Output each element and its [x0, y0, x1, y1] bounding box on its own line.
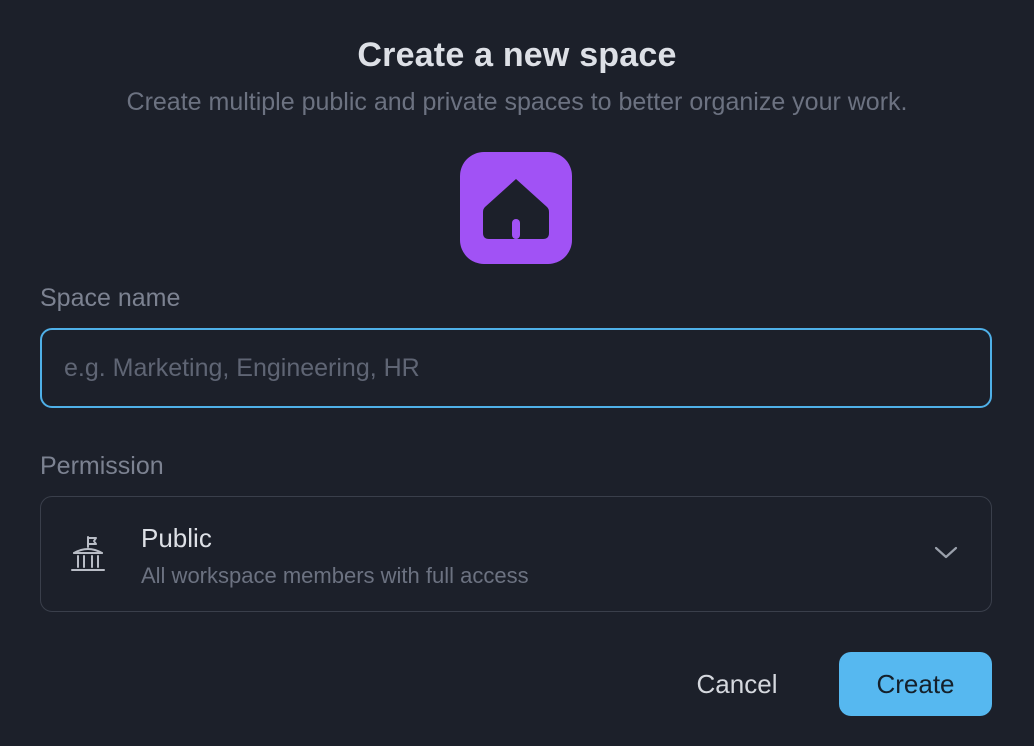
dialog-title: Create a new space — [357, 36, 677, 74]
space-name-input[interactable] — [40, 328, 992, 408]
permission-selected-description: All workspace members with full access — [141, 563, 529, 588]
create-space-dialog: Create a new space Create multiple publi… — [0, 0, 1034, 746]
permission-label: Permission — [40, 452, 164, 480]
home-icon — [483, 179, 549, 239]
building-flag-icon — [71, 536, 105, 571]
space-name-label: Space name — [40, 284, 181, 312]
cancel-button[interactable]: Cancel — [672, 652, 802, 716]
dialog-subtitle: Create multiple public and private space… — [126, 88, 908, 116]
permission-select[interactable]: Public All workspace members with full a… — [40, 496, 992, 612]
permission-selected-title: Public — [141, 523, 212, 553]
chevron-down-icon — [934, 546, 958, 559]
create-button[interactable]: Create — [839, 652, 992, 716]
space-icon-picker[interactable] — [460, 152, 572, 264]
